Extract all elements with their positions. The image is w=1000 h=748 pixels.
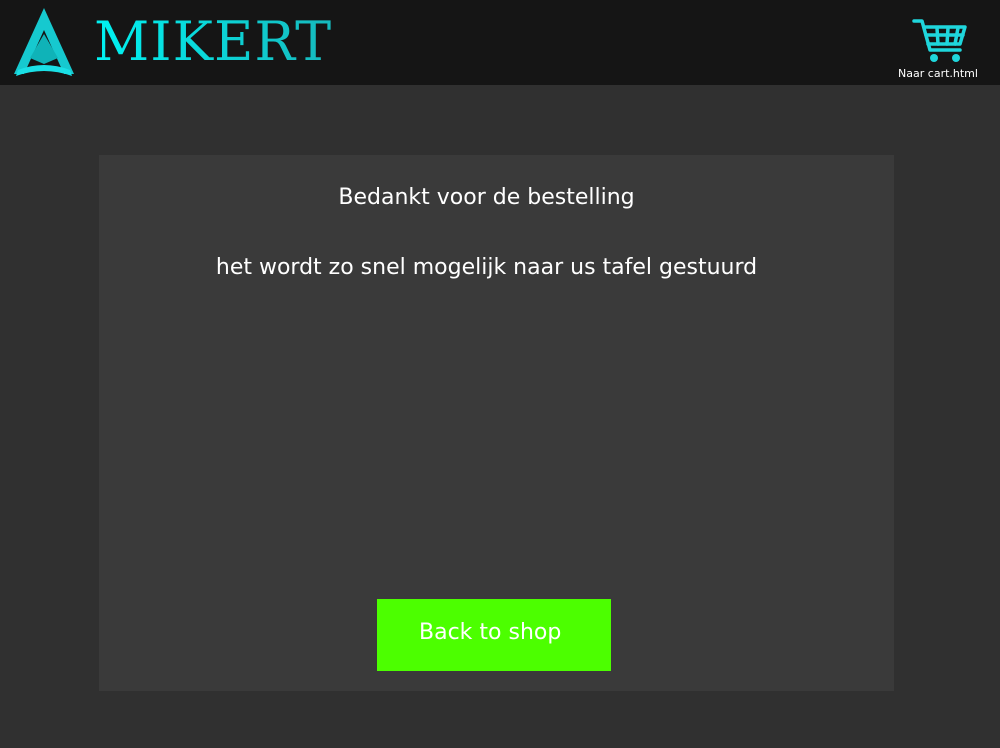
confirmation-panel: Bedankt voor de bestelling het wordt zo … [99, 155, 894, 691]
cart-link[interactable]: Naar cart.html [898, 16, 978, 82]
logo[interactable]: MIKERT [8, 4, 331, 78]
confirmation-message: het wordt zo snel mogelijk naar us tafel… [215, 255, 758, 280]
shopping-cart-icon [912, 19, 967, 62]
logo-triangle-icon [14, 8, 74, 76]
back-to-shop-button[interactable]: Back to shop [377, 599, 611, 671]
thanks-heading: Bedankt voor de bestelling [338, 185, 635, 210]
logo-text: MIKERT [94, 10, 333, 73]
site-header: MIKERT Naar cart.html [0, 0, 1000, 85]
cart-label: Naar cart.html [898, 67, 978, 80]
